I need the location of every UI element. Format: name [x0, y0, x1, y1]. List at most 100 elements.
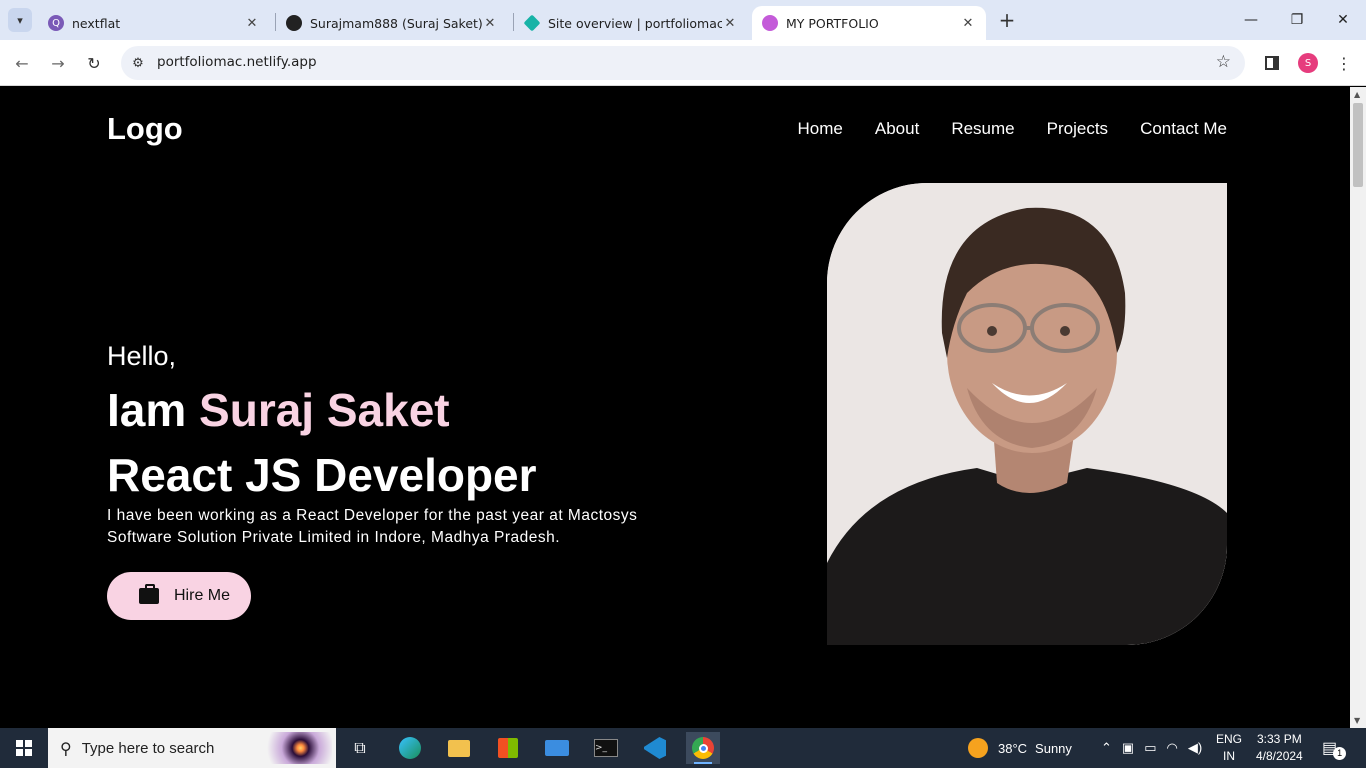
- chrome-button[interactable]: [686, 732, 720, 764]
- start-button[interactable]: [0, 728, 48, 768]
- site-logo[interactable]: Logo: [107, 111, 183, 147]
- vscode-icon: [644, 737, 666, 759]
- edge-icon: [399, 737, 421, 759]
- notification-count: 1: [1333, 746, 1347, 760]
- search-icon: ⚲: [60, 738, 72, 758]
- tab-my-portfolio[interactable]: MY PORTFOLIO ✕: [752, 6, 986, 40]
- address-bar[interactable]: ⚙ portfoliomac.netlify.app ☆: [121, 46, 1245, 80]
- close-icon[interactable]: ✕: [722, 16, 738, 31]
- url-text[interactable]: portfoliomac.netlify.app: [157, 54, 317, 70]
- clock-time: 3:33 PM: [1257, 732, 1302, 746]
- tab-strip: ▾ Q nextflat ✕ Surajmam888 (Suraj Saket)…: [0, 0, 1366, 40]
- profile-photo-portrait: [827, 183, 1227, 645]
- browser-toolbar: ← → ↻ ⚙ portfoliomac.netlify.app ☆ S ⋮: [0, 40, 1366, 86]
- mail-button[interactable]: [540, 732, 574, 764]
- tab-netlify[interactable]: Site overview | portfoliomac | N ✕: [514, 6, 748, 40]
- briefcase-icon: [139, 584, 159, 604]
- windows-icon: [16, 740, 32, 756]
- clock[interactable]: 3:33 PM 4/8/2024: [1256, 728, 1303, 768]
- side-panel-button[interactable]: [1260, 51, 1284, 75]
- close-window-button[interactable]: ✕: [1320, 0, 1366, 40]
- task-view-icon: ⧉: [354, 738, 366, 757]
- new-tab-button[interactable]: +: [996, 8, 1018, 32]
- hire-me-button[interactable]: Hire Me: [107, 572, 251, 620]
- chrome-icon: [692, 737, 714, 759]
- close-icon[interactable]: ✕: [482, 16, 498, 31]
- mail-icon: [545, 740, 569, 756]
- vscode-button[interactable]: [638, 732, 672, 764]
- hero-intro: Iam Suraj Saket: [107, 383, 450, 437]
- chevron-up-icon[interactable]: ⌃: [1101, 740, 1112, 756]
- store-button[interactable]: [491, 732, 525, 764]
- hire-me-label: Hire Me: [174, 587, 231, 604]
- quora-icon: Q: [48, 15, 64, 31]
- portfolio-icon: [762, 15, 778, 31]
- terminal-icon: >_: [594, 739, 618, 757]
- file-explorer-button[interactable]: [442, 732, 476, 764]
- hero-name: Suraj Saket: [199, 384, 450, 436]
- browser-menu-button[interactable]: ⋮: [1332, 51, 1356, 75]
- edge-button[interactable]: [393, 732, 427, 764]
- close-icon[interactable]: ✕: [244, 16, 260, 31]
- region-code: IN: [1223, 749, 1235, 763]
- portfolio-page: Logo Home About Resume Projects Contact …: [0, 87, 1350, 728]
- hero-description: I have been working as a React Developer…: [107, 507, 638, 546]
- hero-role: React JS Developer: [107, 449, 537, 501]
- chevron-down-icon: ▾: [17, 13, 23, 27]
- language-indicator[interactable]: ENG IN: [1216, 728, 1242, 768]
- lang-code: ENG: [1216, 732, 1243, 746]
- volume-icon[interactable]: ◀): [1188, 740, 1202, 756]
- weather-desc: Sunny: [1035, 740, 1072, 756]
- nav-contact-me[interactable]: Contact Me: [1140, 119, 1227, 139]
- tab-nextflat[interactable]: Q nextflat ✕: [38, 6, 270, 40]
- scroll-down-icon[interactable]: ▼: [1354, 716, 1360, 725]
- weather-widget[interactable]: 38°C Sunny: [968, 728, 1072, 768]
- wifi-icon[interactable]: ◠: [1167, 740, 1178, 756]
- nav-projects[interactable]: Projects: [1047, 119, 1108, 139]
- nav-resume[interactable]: Resume: [951, 119, 1014, 139]
- task-view-button[interactable]: ⧉: [343, 732, 377, 764]
- minimize-button[interactable]: —: [1228, 0, 1274, 40]
- github-icon: [286, 15, 302, 31]
- system-tray: ⌃ ▣ ▭ ◠ ◀): [1096, 728, 1207, 768]
- windows-taskbar: ⚲ Type here to search ⧉ >_ 38°C Sunny ⌃ …: [0, 728, 1366, 768]
- site-nav: Home About Resume Projects Contact Me: [798, 119, 1227, 139]
- scroll-thumb[interactable]: [1353, 103, 1363, 187]
- back-button[interactable]: ←: [10, 51, 34, 75]
- profile-button[interactable]: S: [1296, 51, 1320, 75]
- reload-button[interactable]: ↻: [82, 51, 106, 75]
- taskbar-search-placeholder: Type here to search: [81, 739, 215, 757]
- kebab-menu-icon: ⋮: [1336, 53, 1352, 73]
- tab-search-button[interactable]: ▾: [8, 8, 32, 32]
- battery-icon[interactable]: ▭: [1144, 740, 1156, 756]
- page-scrollbar[interactable]: ▲ ▼: [1350, 87, 1366, 728]
- bookmark-star-icon[interactable]: ☆: [1216, 52, 1231, 72]
- folder-icon: [448, 739, 470, 757]
- nav-home[interactable]: Home: [798, 119, 843, 139]
- close-icon[interactable]: ✕: [960, 16, 976, 31]
- avatar: S: [1298, 53, 1318, 73]
- reload-icon: ↻: [87, 53, 101, 73]
- meet-now-icon[interactable]: ▣: [1122, 740, 1134, 756]
- terminal-button[interactable]: >_: [589, 732, 623, 764]
- scroll-up-icon[interactable]: ▲: [1354, 90, 1360, 99]
- arrow-left-icon: ←: [15, 53, 29, 73]
- clock-date: 4/8/2024: [1256, 749, 1303, 763]
- profile-photo: [827, 183, 1227, 645]
- tab-github[interactable]: Surajmam888 (Suraj Saket) ✕: [276, 6, 508, 40]
- hero-iam: Iam: [107, 384, 187, 436]
- side-panel-icon: [1265, 56, 1279, 70]
- weather-temp: 38°C: [998, 740, 1028, 756]
- store-icon: [498, 738, 518, 758]
- netlify-icon: [523, 14, 541, 32]
- hero-greeting: Hello,: [107, 341, 177, 371]
- restore-button[interactable]: ❐: [1274, 0, 1320, 40]
- forward-button[interactable]: →: [46, 51, 70, 75]
- arrow-right-icon: →: [51, 53, 65, 73]
- notifications-button[interactable]: ▤ 1: [1322, 728, 1347, 768]
- nav-about[interactable]: About: [875, 119, 919, 139]
- sunny-icon: [968, 738, 988, 758]
- search-highlight-image: [262, 732, 332, 764]
- site-info-icon[interactable]: ⚙: [129, 54, 147, 72]
- taskbar-search[interactable]: ⚲ Type here to search: [48, 728, 336, 768]
